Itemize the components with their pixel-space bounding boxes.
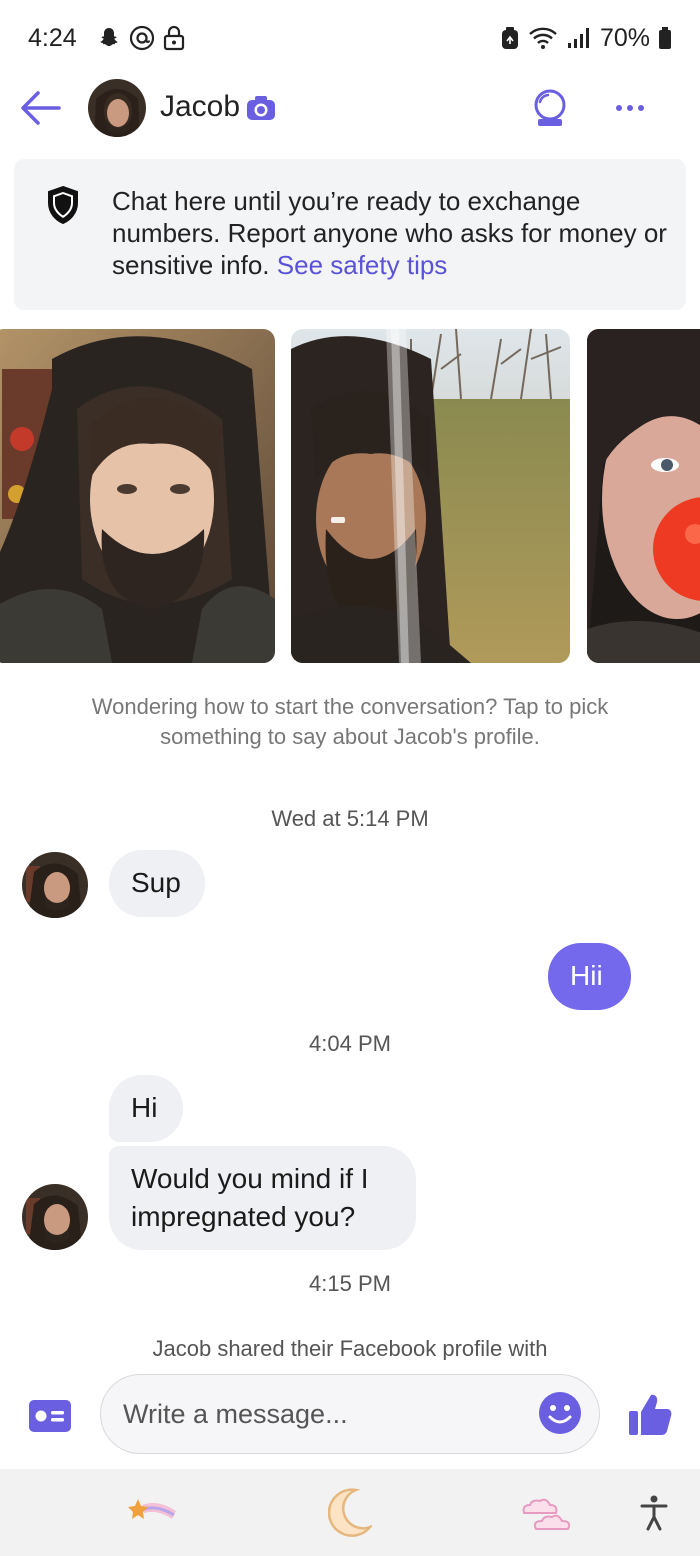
battery-saver-icon bbox=[500, 25, 520, 51]
message-outgoing-1[interactable]: Hii bbox=[548, 943, 631, 1010]
chat-header: Jacob bbox=[0, 76, 700, 142]
message-input[interactable] bbox=[123, 1375, 523, 1453]
status-right: 70% bbox=[500, 24, 672, 53]
safety-banner: Chat here until you’re ready to exchange… bbox=[14, 159, 686, 310]
message-incoming-1[interactable]: Sup bbox=[109, 850, 205, 917]
profile-photo-2[interactable] bbox=[291, 329, 570, 663]
accessibility-button[interactable] bbox=[640, 1495, 668, 1536]
message-incoming-3[interactable]: Would you mind if I impregnated you? bbox=[109, 1146, 416, 1250]
crystal-ball-icon bbox=[534, 89, 566, 126]
like-button[interactable] bbox=[627, 1392, 673, 1438]
safety-message: Chat here until you’re ready to exchange… bbox=[112, 185, 672, 281]
clouds-button[interactable] bbox=[518, 1497, 574, 1538]
message-incoming-2[interactable]: Hi bbox=[109, 1075, 183, 1142]
profile-photos-carousel[interactable] bbox=[0, 329, 700, 663]
moon-button[interactable] bbox=[327, 1487, 374, 1542]
wifi-icon bbox=[528, 26, 558, 50]
message-text: Sup bbox=[131, 867, 181, 898]
more-icon bbox=[616, 105, 622, 111]
battery-icon bbox=[658, 26, 672, 50]
crystal-ball-button[interactable] bbox=[530, 88, 570, 128]
message-text: Hi bbox=[131, 1092, 158, 1123]
message-text: Would you mind if I impregnated you? bbox=[131, 1163, 369, 1232]
threads-icon bbox=[129, 25, 155, 51]
contact-avatar-2[interactable] bbox=[22, 1184, 88, 1250]
back-arrow-icon bbox=[21, 91, 61, 125]
thumbs-up-icon bbox=[629, 1394, 672, 1435]
message-input-wrapper bbox=[100, 1374, 600, 1454]
back-button[interactable] bbox=[18, 88, 62, 128]
safety-tips-link[interactable]: See safety tips bbox=[277, 250, 448, 280]
profile-photo-1[interactable] bbox=[0, 329, 275, 663]
contact-avatar-1[interactable] bbox=[22, 852, 88, 918]
clouds-icon bbox=[522, 1498, 571, 1530]
shooting-star-icon bbox=[128, 1499, 176, 1519]
timestamp-3: 4:15 PM bbox=[309, 1271, 391, 1296]
camera-icon bbox=[246, 95, 276, 121]
header-avatar[interactable] bbox=[88, 79, 146, 137]
snapchat-icon bbox=[97, 26, 121, 50]
message-composer bbox=[0, 1368, 700, 1464]
moon-icon bbox=[327, 1488, 374, 1537]
timestamp-1: Wed at 5:14 PM bbox=[271, 806, 429, 831]
status-bar: 4:24 70% bbox=[0, 0, 700, 76]
status-left: 4:24 bbox=[28, 24, 185, 53]
lock-icon bbox=[163, 25, 185, 51]
signal-icon bbox=[566, 26, 592, 50]
emoji-button[interactable] bbox=[538, 1391, 582, 1435]
contact-name[interactable]: Jacob bbox=[160, 90, 240, 124]
profile-card-button[interactable] bbox=[28, 1399, 72, 1433]
battery-percent: 70% bbox=[599, 23, 650, 52]
message-text: Hii bbox=[570, 960, 603, 991]
more-options-button[interactable] bbox=[610, 94, 650, 122]
shield-icon bbox=[46, 185, 80, 225]
status-time: 4:24 bbox=[28, 23, 77, 52]
facebook-shared-notice: Jacob shared their Facebook profile with bbox=[152, 1336, 548, 1360]
emoji-icon bbox=[539, 1392, 581, 1434]
timestamp-2: 4:04 PM bbox=[309, 1031, 391, 1056]
conversation-starter-hint[interactable]: Wondering how to start the conversation?… bbox=[40, 692, 660, 752]
profile-photo-3[interactable] bbox=[587, 329, 700, 663]
accessibility-icon bbox=[640, 1495, 668, 1531]
profile-card-icon bbox=[29, 1400, 71, 1432]
bottom-toolbar bbox=[0, 1469, 700, 1556]
shooting-star-button[interactable] bbox=[128, 1497, 178, 1536]
